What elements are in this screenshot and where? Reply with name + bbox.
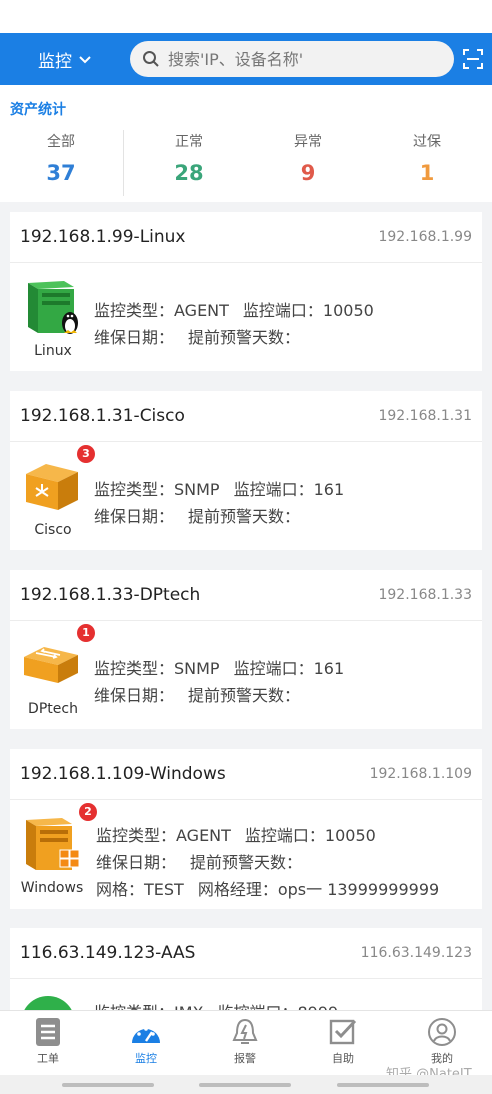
- stat-label: 过保: [413, 134, 441, 150]
- monitor-info: 监控类型：SNMP 监控端口：161: [94, 655, 344, 679]
- device-name: 116.63.149.123-AAS: [20, 943, 196, 963]
- device-ip: 116.63.149.123: [360, 945, 472, 961]
- device-type-label: Linux: [34, 343, 72, 359]
- device-name: 192.168.1.31-Cisco: [20, 406, 185, 426]
- stat-all[interactable]: 全部 37: [11, 131, 111, 185]
- cisco-router-icon: [26, 464, 78, 510]
- warranty-date: 维保日期：: [94, 507, 175, 526]
- warranty-info: 维保日期： 提前预警天数：: [94, 324, 300, 348]
- monitor-info: 监控类型：SNMP 监控端口：161: [94, 476, 344, 500]
- alert-count-badge: 1: [77, 624, 95, 642]
- device-ip: 192.168.1.99: [378, 229, 472, 245]
- warranty-date: 维保日期：: [96, 853, 177, 872]
- device-card[interactable]: 116.63.149.123-AAS 116.63.149.123 监控类型：J…: [10, 928, 482, 1050]
- search-input[interactable]: [166, 48, 430, 70]
- top-bar: 监控: [0, 33, 492, 85]
- tab-profile[interactable]: 我的: [407, 1017, 477, 1066]
- scan-icon[interactable]: [462, 48, 484, 70]
- monitor-port: 监控端口：10050: [242, 301, 374, 320]
- tab-alarm[interactable]: 报警: [210, 1017, 280, 1066]
- stat-label: 全部: [47, 134, 75, 150]
- device-ip: 192.168.1.31: [378, 408, 472, 424]
- device-card[interactable]: 192.168.1.31-Cisco 192.168.1.31 3 Cisco …: [10, 391, 482, 550]
- nav-handle[interactable]: [62, 1083, 154, 1087]
- tab-label: 监控: [135, 1052, 157, 1065]
- warn-days: 提前预警天数：: [188, 686, 301, 705]
- alarm-bell-icon: [232, 1018, 258, 1044]
- stat-value: 28: [174, 161, 204, 185]
- nav-handle[interactable]: [199, 1083, 291, 1087]
- stat-label: 异常: [294, 134, 322, 150]
- monitor-type: 监控类型：SNMP: [94, 659, 220, 678]
- search-box[interactable]: [130, 41, 454, 77]
- switch-icon: [24, 647, 78, 683]
- monitor-info: 监控类型：AGENT 监控端口：10050: [94, 297, 374, 321]
- work-order-icon: [36, 1018, 60, 1046]
- self-service-icon: [329, 1019, 357, 1045]
- grid: 网格：TEST: [96, 880, 184, 899]
- monitor-type: 监控类型：AGENT: [94, 301, 229, 320]
- profile-icon: [428, 1018, 456, 1046]
- monitor-type: 监控类型：AGENT: [96, 826, 231, 845]
- device-name: 192.168.1.99-Linux: [20, 227, 186, 247]
- device-ip: 192.168.1.109: [369, 766, 472, 782]
- warn-days: 提前预警天数：: [188, 328, 301, 347]
- warranty-date: 维保日期：: [94, 686, 175, 705]
- divider: [123, 130, 124, 196]
- stat-value: 37: [46, 161, 76, 185]
- warn-days: 提前预警天数：: [190, 853, 303, 872]
- warranty-date: 维保日期：: [94, 328, 175, 347]
- device-card[interactable]: 192.168.1.33-DPtech 192.168.1.33 1 DPtec…: [10, 570, 482, 729]
- system-nav-bar: [0, 1075, 492, 1094]
- stat-normal[interactable]: 正常 28: [139, 131, 239, 185]
- monitor-gauge-icon: [132, 1027, 160, 1043]
- tab-label: 报警: [234, 1052, 256, 1065]
- monitor-port: 监控端口：161: [233, 659, 345, 678]
- mode-label: 监控: [38, 52, 72, 72]
- status-bar: [0, 0, 492, 33]
- stat-value: 1: [419, 161, 435, 185]
- device-card[interactable]: 192.168.1.99-Linux 192.168.1.99 Linux 监控…: [10, 212, 482, 371]
- tab-label: 工单: [37, 1052, 59, 1065]
- tab-label: 自助: [332, 1052, 354, 1065]
- device-ip: 192.168.1.33: [378, 587, 472, 603]
- monitor-port: 监控端口：10050: [244, 826, 376, 845]
- device-card[interactable]: 192.168.1.109-Windows 192.168.1.109 2 Wi…: [10, 749, 482, 909]
- monitor-port: 监控端口：161: [233, 480, 345, 499]
- monitor-info: 监控类型：AGENT 监控端口：10050: [96, 822, 376, 846]
- search-icon: [143, 51, 159, 67]
- warranty-info: 维保日期： 提前预警天数：: [96, 849, 302, 873]
- tab-work-order[interactable]: 工单: [13, 1017, 83, 1066]
- warranty-info: 维保日期： 提前预警天数：: [94, 682, 300, 706]
- stat-label: 正常: [175, 134, 203, 150]
- device-name: 192.168.1.33-DPtech: [20, 585, 201, 605]
- mode-dropdown[interactable]: 监控: [38, 47, 92, 72]
- windows-server-icon: [26, 818, 80, 870]
- alert-count-badge: 3: [77, 445, 95, 463]
- stat-abnormal[interactable]: 异常 9: [258, 131, 358, 185]
- warn-days: 提前预警天数：: [188, 507, 301, 526]
- warranty-info: 维保日期： 提前预警天数：: [94, 503, 300, 527]
- device-type-label: DPtech: [28, 701, 78, 717]
- alert-count-badge: 2: [79, 803, 97, 821]
- device-type-label: Cisco: [34, 522, 72, 538]
- grid-manager: 网格经理：ops一 13999999999: [197, 880, 440, 899]
- device-name: 192.168.1.109-Windows: [20, 764, 226, 784]
- stats-title: 资产统计: [10, 102, 66, 118]
- chevron-down-icon: [79, 55, 91, 63]
- linux-server-icon: [28, 281, 78, 334]
- asset-stats-panel: 资产统计 全部 37 正常 28 异常 9 过保 1: [0, 85, 492, 202]
- tab-monitor[interactable]: 监控: [111, 1017, 181, 1066]
- device-type-label: Windows: [20, 880, 84, 896]
- tab-self-service[interactable]: 自助: [308, 1017, 378, 1066]
- stat-expired[interactable]: 过保 1: [377, 131, 477, 185]
- nav-handle[interactable]: [337, 1083, 429, 1087]
- grid-info: 网格：TEST 网格经理：ops一 13999999999: [96, 876, 439, 900]
- monitor-type: 监控类型：SNMP: [94, 480, 220, 499]
- stat-value: 9: [300, 161, 316, 185]
